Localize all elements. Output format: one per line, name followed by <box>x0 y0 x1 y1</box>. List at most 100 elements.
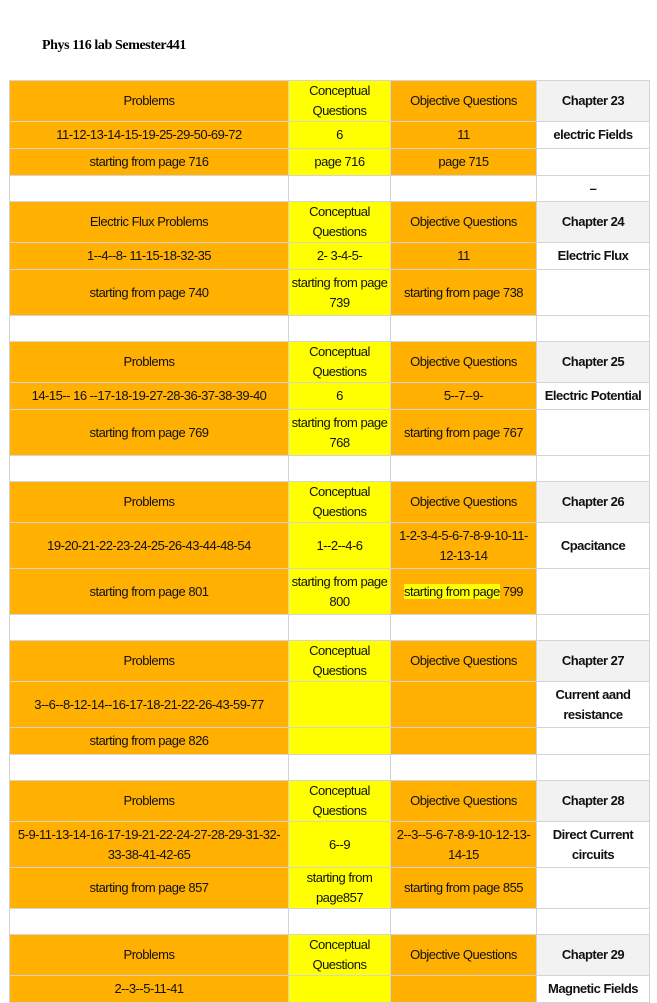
table-row: starting from page 769 starting from pag… <box>9 409 650 456</box>
chapter-name: Direct Current circuits <box>536 821 650 868</box>
conceptual-header: Conceptual Questions <box>288 80 391 122</box>
conceptual-header: Conceptual Questions <box>288 780 391 822</box>
problems-list: 5-9-11-13-14-16-17-19-21-22-24-27-28-29-… <box>9 821 289 868</box>
conceptual-list: 6 <box>288 121 391 149</box>
document-title: Phys 116 lab Semester441 <box>42 38 187 53</box>
objective-header: Objective Questions <box>390 481 537 523</box>
homework-table: Problems Conceptual Questions Objective … <box>9 80 650 1003</box>
conceptual-page: starting from page 739 <box>288 269 391 316</box>
objective-header: Objective Questions <box>390 780 537 822</box>
conceptual-page: page 716 <box>288 148 391 176</box>
objective-header: Objective Questions <box>390 640 537 682</box>
table-row: 14-15-- 16 --17-18-19-27-28-36-37-38-39-… <box>9 382 650 410</box>
problems-header: Electric Flux Problems <box>9 201 289 243</box>
problems-list: 1--4--8- 11-15-18-32-35 <box>9 242 289 270</box>
problems-list: 2--3--5-11-41 <box>9 975 289 1003</box>
chapter-label: Chapter 26 <box>536 481 650 523</box>
objective-list: 5--7--9- <box>390 382 537 410</box>
problems-page: starting from page 769 <box>9 409 289 456</box>
problems-page: starting from page 716 <box>9 148 289 176</box>
conceptual-page: starting from page 800 <box>288 568 391 615</box>
objective-page: page 715 <box>390 148 537 176</box>
problems-list: 14-15-- 16 --17-18-19-27-28-36-37-38-39-… <box>9 382 289 410</box>
chapter-name: Current aand resistance <box>536 681 650 728</box>
chapter-name: Electric Potential <box>536 382 650 410</box>
chapter-label: Chapter 23 <box>536 80 650 122</box>
problems-page: starting from page 801 <box>9 568 289 615</box>
table-row: Problems Conceptual Questions Objective … <box>9 481 650 523</box>
objective-header: Objective Questions <box>390 341 537 383</box>
problems-header: Problems <box>9 481 289 523</box>
problems-header: Problems <box>9 80 289 122</box>
problems-header: Problems <box>9 934 289 976</box>
table-row: 11-12-13-14-15-19-25-29-50-69-72 6 11 el… <box>9 121 650 149</box>
objective-list: 1-2-3-4-5-6-7-8-9-10-11-12-13-14 <box>390 522 537 569</box>
conceptual-header: Conceptual Questions <box>288 934 391 976</box>
spacer-row <box>9 315 650 342</box>
table-row: 19-20-21-22-23-24-25-26-43-44-48-54 1--2… <box>9 522 650 569</box>
problems-list: 19-20-21-22-23-24-25-26-43-44-48-54 <box>9 522 289 569</box>
chapter-name: Cpacitance <box>536 522 650 569</box>
table-row: Problems Conceptual Questions Objective … <box>9 934 650 976</box>
conceptual-list: 1--2--4-6 <box>288 522 391 569</box>
conceptual-page: starting from page857 <box>288 867 391 909</box>
conceptual-header: Conceptual Questions <box>288 201 391 243</box>
chapter-name: electric Fields <box>536 121 650 149</box>
chapter-label: Chapter 24 <box>536 201 650 243</box>
conceptual-page: starting from page 768 <box>288 409 391 456</box>
table-row: Problems Conceptual Questions Objective … <box>9 80 650 122</box>
conceptual-list: 6 <box>288 382 391 410</box>
table-row: Problems Conceptual Questions Objective … <box>9 780 650 822</box>
table-row: starting from page 801 starting from pag… <box>9 568 650 615</box>
problems-page: starting from page 826 <box>9 727 289 755</box>
table-row: 5-9-11-13-14-16-17-19-21-22-24-27-28-29-… <box>9 821 650 868</box>
objective-header: Objective Questions <box>390 934 537 976</box>
spacer-row: – <box>9 175 650 202</box>
table-row: Problems Conceptual Questions Objective … <box>9 640 650 682</box>
problems-list: 3--6--8-12-14--16-17-18-21-22-26-43-59-7… <box>9 681 289 728</box>
objective-header: Objective Questions <box>390 201 537 243</box>
chapter-label: Chapter 25 <box>536 341 650 383</box>
spacer-row <box>9 455 650 482</box>
table-row: 3--6--8-12-14--16-17-18-21-22-26-43-59-7… <box>9 681 650 728</box>
objective-header: Objective Questions <box>390 80 537 122</box>
conceptual-list: 6--9 <box>288 821 391 868</box>
conceptual-header: Conceptual Questions <box>288 341 391 383</box>
table-row: 1--4--8- 11-15-18-32-35 2- 3-4-5- 11 Ele… <box>9 242 650 270</box>
objective-list: 2--3--5-6-7-8-9-10-12-13-14-15 <box>390 821 537 868</box>
chapter-label: Chapter 28 <box>536 780 650 822</box>
table-row: Problems Conceptual Questions Objective … <box>9 341 650 383</box>
spacer-row <box>9 754 650 781</box>
objective-page: starting from page 738 <box>390 269 537 316</box>
table-row: Electric Flux Problems Conceptual Questi… <box>9 201 650 243</box>
problems-header: Problems <box>9 640 289 682</box>
conceptual-header: Conceptual Questions <box>288 481 391 523</box>
conceptual-list <box>288 975 391 1003</box>
objective-list: 11 <box>390 242 537 270</box>
objective-list: 11 <box>390 121 537 149</box>
table-row: starting from page 716 page 716 page 715 <box>9 148 650 176</box>
chapter-name: Magnetic Fields <box>536 975 650 1003</box>
table-row: starting from page 826 <box>9 727 650 755</box>
spacer-row <box>9 614 650 641</box>
objective-page: starting from page 767 <box>390 409 537 456</box>
problems-header: Problems <box>9 780 289 822</box>
chapter-label: Chapter 29 <box>536 934 650 976</box>
dash-mark: – <box>536 175 650 202</box>
table-row: 2--3--5-11-41 Magnetic Fields <box>9 975 650 1003</box>
objective-list <box>390 975 537 1003</box>
problems-page: starting from page 740 <box>9 269 289 316</box>
table-row: starting from page 740 starting from pag… <box>9 269 650 316</box>
problems-page: starting from page 857 <box>9 867 289 909</box>
objective-page: starting from page 855 <box>390 867 537 909</box>
spacer-row <box>9 908 650 935</box>
chapter-label: Chapter 27 <box>536 640 650 682</box>
problems-header: Problems <box>9 341 289 383</box>
conceptual-list: 2- 3-4-5- <box>288 242 391 270</box>
objective-page: starting from page 799 <box>390 568 537 615</box>
conceptual-list <box>288 681 391 728</box>
table-row: starting from page 857 starting from pag… <box>9 867 650 909</box>
conceptual-header: Conceptual Questions <box>288 640 391 682</box>
chapter-name: Electric Flux <box>536 242 650 270</box>
highlighted-text: starting from page <box>403 583 500 599</box>
